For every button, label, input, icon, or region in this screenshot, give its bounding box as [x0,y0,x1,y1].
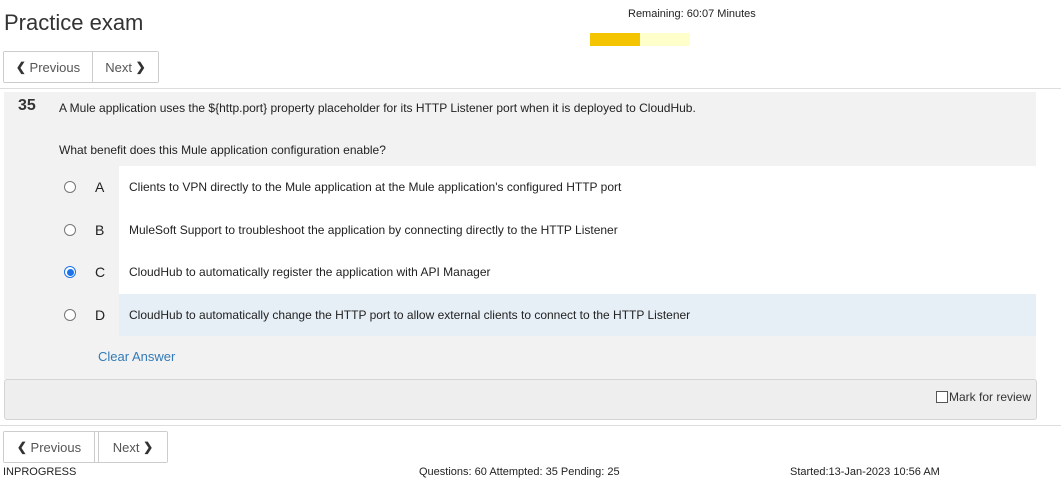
option-text[interactable]: Clients to VPN directly to the Mule appl… [119,166,1036,209]
chevron-left-icon: ❮ [16,440,27,454]
next-label: Next [112,439,140,455]
option-a-radio[interactable] [64,181,76,194]
option-d[interactable]: D CloudHub to automatically change the H… [54,293,1036,336]
option-text[interactable]: CloudHub to automatically register the a… [119,251,1036,294]
next-label: Next [105,59,133,75]
time-remaining: Remaining: 60:07 Minutes [628,8,756,20]
answer-options: A Clients to VPN directly to the Mule ap… [54,166,1036,336]
review-bar: Mark for review [4,379,1037,420]
previous-button[interactable]: ❮ Previous [4,432,94,462]
option-a[interactable]: A Clients to VPN directly to the Mule ap… [54,166,1036,209]
started-time: Started:13-Jan-2023 10:56 AM [790,466,940,478]
clear-answer-link[interactable]: Clear Answer [98,349,175,364]
mark-for-review-label: Mark for review [948,390,1031,404]
option-text[interactable]: CloudHub to automatically change the HTT… [119,293,1036,336]
next-button[interactable]: Next ❯ [92,52,158,82]
option-c-radio[interactable] [64,266,76,279]
divider [0,425,1061,426]
option-letter: A [95,179,105,196]
option-c[interactable]: C CloudHub to automatically register the… [54,251,1036,294]
page-title: Practice exam [4,10,144,35]
mark-for-review[interactable]: Mark for review [935,390,1031,404]
previous-label: Previous [30,439,82,455]
option-text[interactable]: MuleSoft Support to troubleshoot the app… [119,208,1036,251]
question-prompt: What benefit does this Mule application … [59,143,386,157]
option-letter: B [95,221,105,238]
mark-for-review-checkbox[interactable] [935,391,948,403]
next-button[interactable]: Next ❯ [99,432,167,462]
chevron-left-icon: ❮ [15,60,26,74]
option-letter: C [95,264,106,281]
option-b-radio[interactable] [64,223,76,236]
option-d-radio[interactable] [64,308,76,321]
chevron-right-icon: ❯ [143,440,154,454]
question-text: A Mule application uses the ${http.port}… [59,101,696,115]
option-letter: D [95,306,106,323]
divider [0,88,1061,89]
chevron-right-icon: ❯ [135,60,146,74]
top-nav: ❮ Previous Next ❯ [3,51,159,83]
question-number: 35 [18,97,36,114]
exam-state: INPROGRESS [3,466,77,478]
question-counts: Questions: 60 Attempted: 35 Pending: 25 [419,466,620,478]
previous-label: Previous [29,59,81,75]
timer-progress-bar [590,33,690,46]
timer-progress-fill [590,33,640,46]
previous-button[interactable]: ❮ Previous [4,52,92,82]
option-b[interactable]: B MuleSoft Support to troubleshoot the a… [54,208,1036,251]
bottom-nav: ❮ Previous Next ❯ [3,431,168,463]
